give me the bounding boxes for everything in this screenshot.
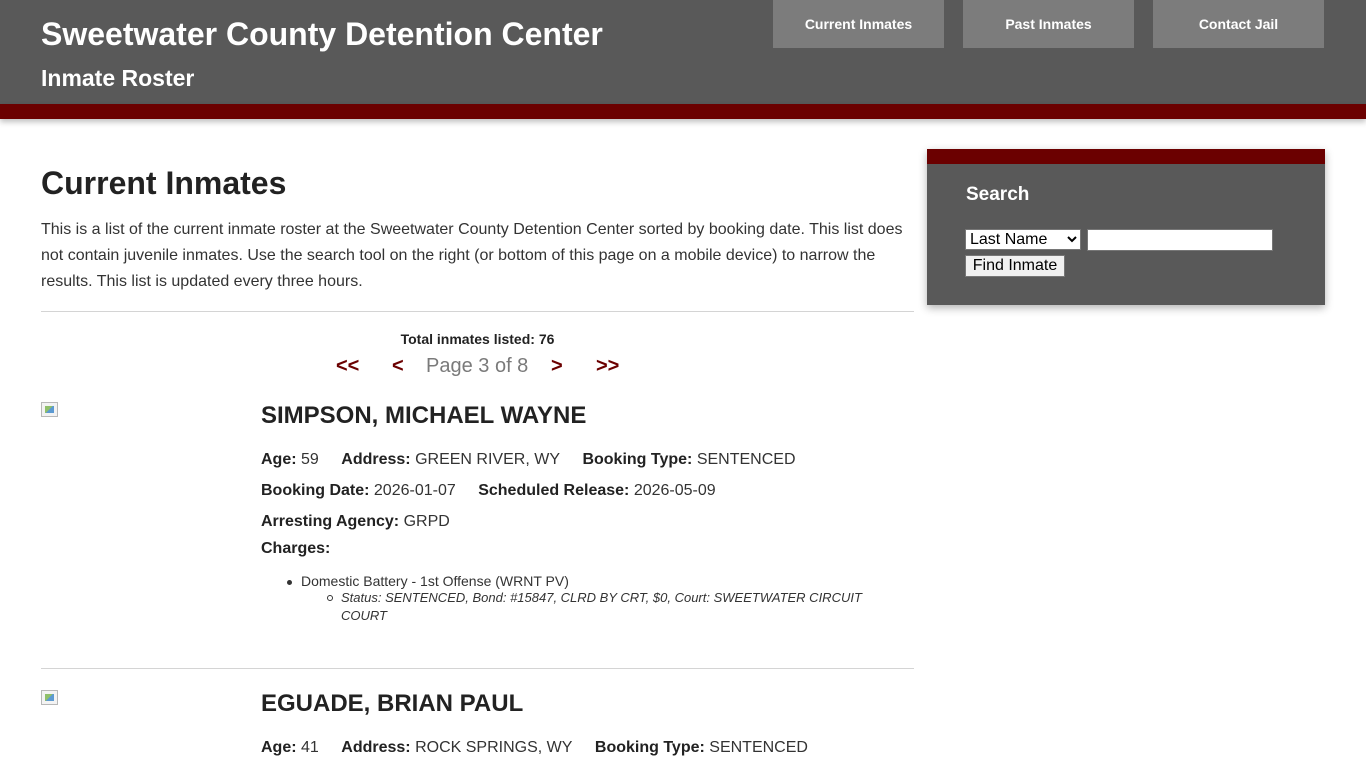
age-field: Age: 59	[261, 451, 319, 469]
booking-type-field: Booking Type: SENTENCED	[595, 739, 808, 757]
header-accent-bar	[0, 104, 1366, 119]
booking-date-value: 2026-01-07	[373, 482, 456, 499]
inmate-name: EGUADE, BRIAN PAUL	[261, 690, 524, 717]
inmate-name: SIMPSON, MICHAEL WAYNE	[261, 402, 587, 429]
pager-last-link[interactable]: >>	[596, 354, 619, 378]
age-value: 59	[301, 451, 319, 468]
age-value: 41	[301, 739, 319, 756]
address-field: Address: GREEN RIVER, WY	[341, 451, 560, 469]
search-panel-accent	[927, 149, 1325, 164]
charge-status: Status: SENTENCED, Bond: #15847, CLRD BY…	[327, 589, 901, 625]
booking-type-value: SENTENCED	[696, 451, 796, 468]
address-value: GREEN RIVER, WY	[415, 451, 560, 468]
page-title: Current Inmates	[41, 165, 287, 201]
booking-type-label: Booking Type:	[582, 451, 693, 468]
broken-image-icon	[41, 690, 58, 705]
nav-contact-jail-button[interactable]: Contact Jail	[1153, 0, 1324, 48]
arresting-agency-field: Arresting Agency: GRPD	[261, 513, 450, 531]
booking-date-field: Booking Date: 2026-01-07	[261, 482, 456, 500]
charges-label: Charges:	[261, 540, 331, 557]
pager-prev-link[interactable]: <	[392, 354, 404, 378]
site-title: Sweetwater County Detention Center	[41, 16, 603, 52]
booking-type-label: Booking Type:	[594, 739, 705, 756]
find-inmate-button[interactable]: Find Inmate	[965, 255, 1065, 277]
address-field: Address: ROCK SPRINGS, WY	[341, 739, 572, 757]
search-field-select[interactable]: Last Name	[965, 229, 1081, 250]
site-header: Sweetwater County Detention Center Inmat…	[0, 0, 1366, 104]
booking-type-value: SENTENCED	[709, 739, 808, 756]
nav-current-inmates-button[interactable]: Current Inmates	[773, 0, 944, 48]
address-label: Address:	[341, 451, 411, 468]
scheduled-release-label: Scheduled Release:	[478, 482, 630, 499]
age-label: Age:	[261, 739, 297, 756]
age-label: Age:	[261, 451, 297, 468]
inmate-details-line: Age: 41 Address: ROCK SPRINGS, WY Bookin…	[261, 739, 826, 757]
search-panel: Search Last Name Find Inmate	[927, 149, 1325, 305]
intro-text: This is a list of the current inmate ros…	[41, 221, 903, 290]
arresting-agency-value: GRPD	[403, 513, 450, 530]
scheduled-release-value: 2026-05-09	[633, 482, 716, 499]
inmate-booking-line: Booking Date: 2026-01-07 Scheduled Relea…	[261, 482, 734, 500]
divider	[41, 668, 914, 669]
charge-item: Domestic Battery - 1st Offense (WRNT PV)	[287, 573, 901, 589]
broken-image-icon	[41, 402, 58, 417]
booking-type-field: Booking Type: SENTENCED	[582, 451, 795, 469]
pager-page-label: Page 3 of 8	[426, 355, 529, 377]
divider	[41, 311, 914, 312]
charge-list: Domestic Battery - 1st Offense (WRNT PV)…	[287, 573, 901, 625]
nav-past-inmates-button[interactable]: Past Inmates	[963, 0, 1134, 48]
address-label: Address:	[341, 739, 411, 756]
age-field: Age: 41	[261, 739, 319, 757]
inmate-details-line: Age: 59 Address: GREEN RIVER, WY Booking…	[261, 451, 814, 469]
inmate-agency-line: Arresting Agency: GRPD	[261, 513, 468, 531]
total-inmates-count: Total inmates listed: 76	[400, 331, 555, 347]
arresting-agency-label: Arresting Agency:	[261, 513, 400, 530]
search-title: Search	[966, 184, 1030, 205]
scheduled-release-field: Scheduled Release: 2026-05-09	[478, 482, 715, 500]
search-input[interactable]	[1087, 229, 1273, 251]
address-value: ROCK SPRINGS, WY	[415, 739, 573, 756]
site-subtitle: Inmate Roster	[41, 65, 195, 91]
booking-date-label: Booking Date:	[261, 482, 370, 499]
pager-first-link[interactable]: <<	[336, 354, 359, 378]
pager-next-link[interactable]: >	[551, 354, 563, 378]
